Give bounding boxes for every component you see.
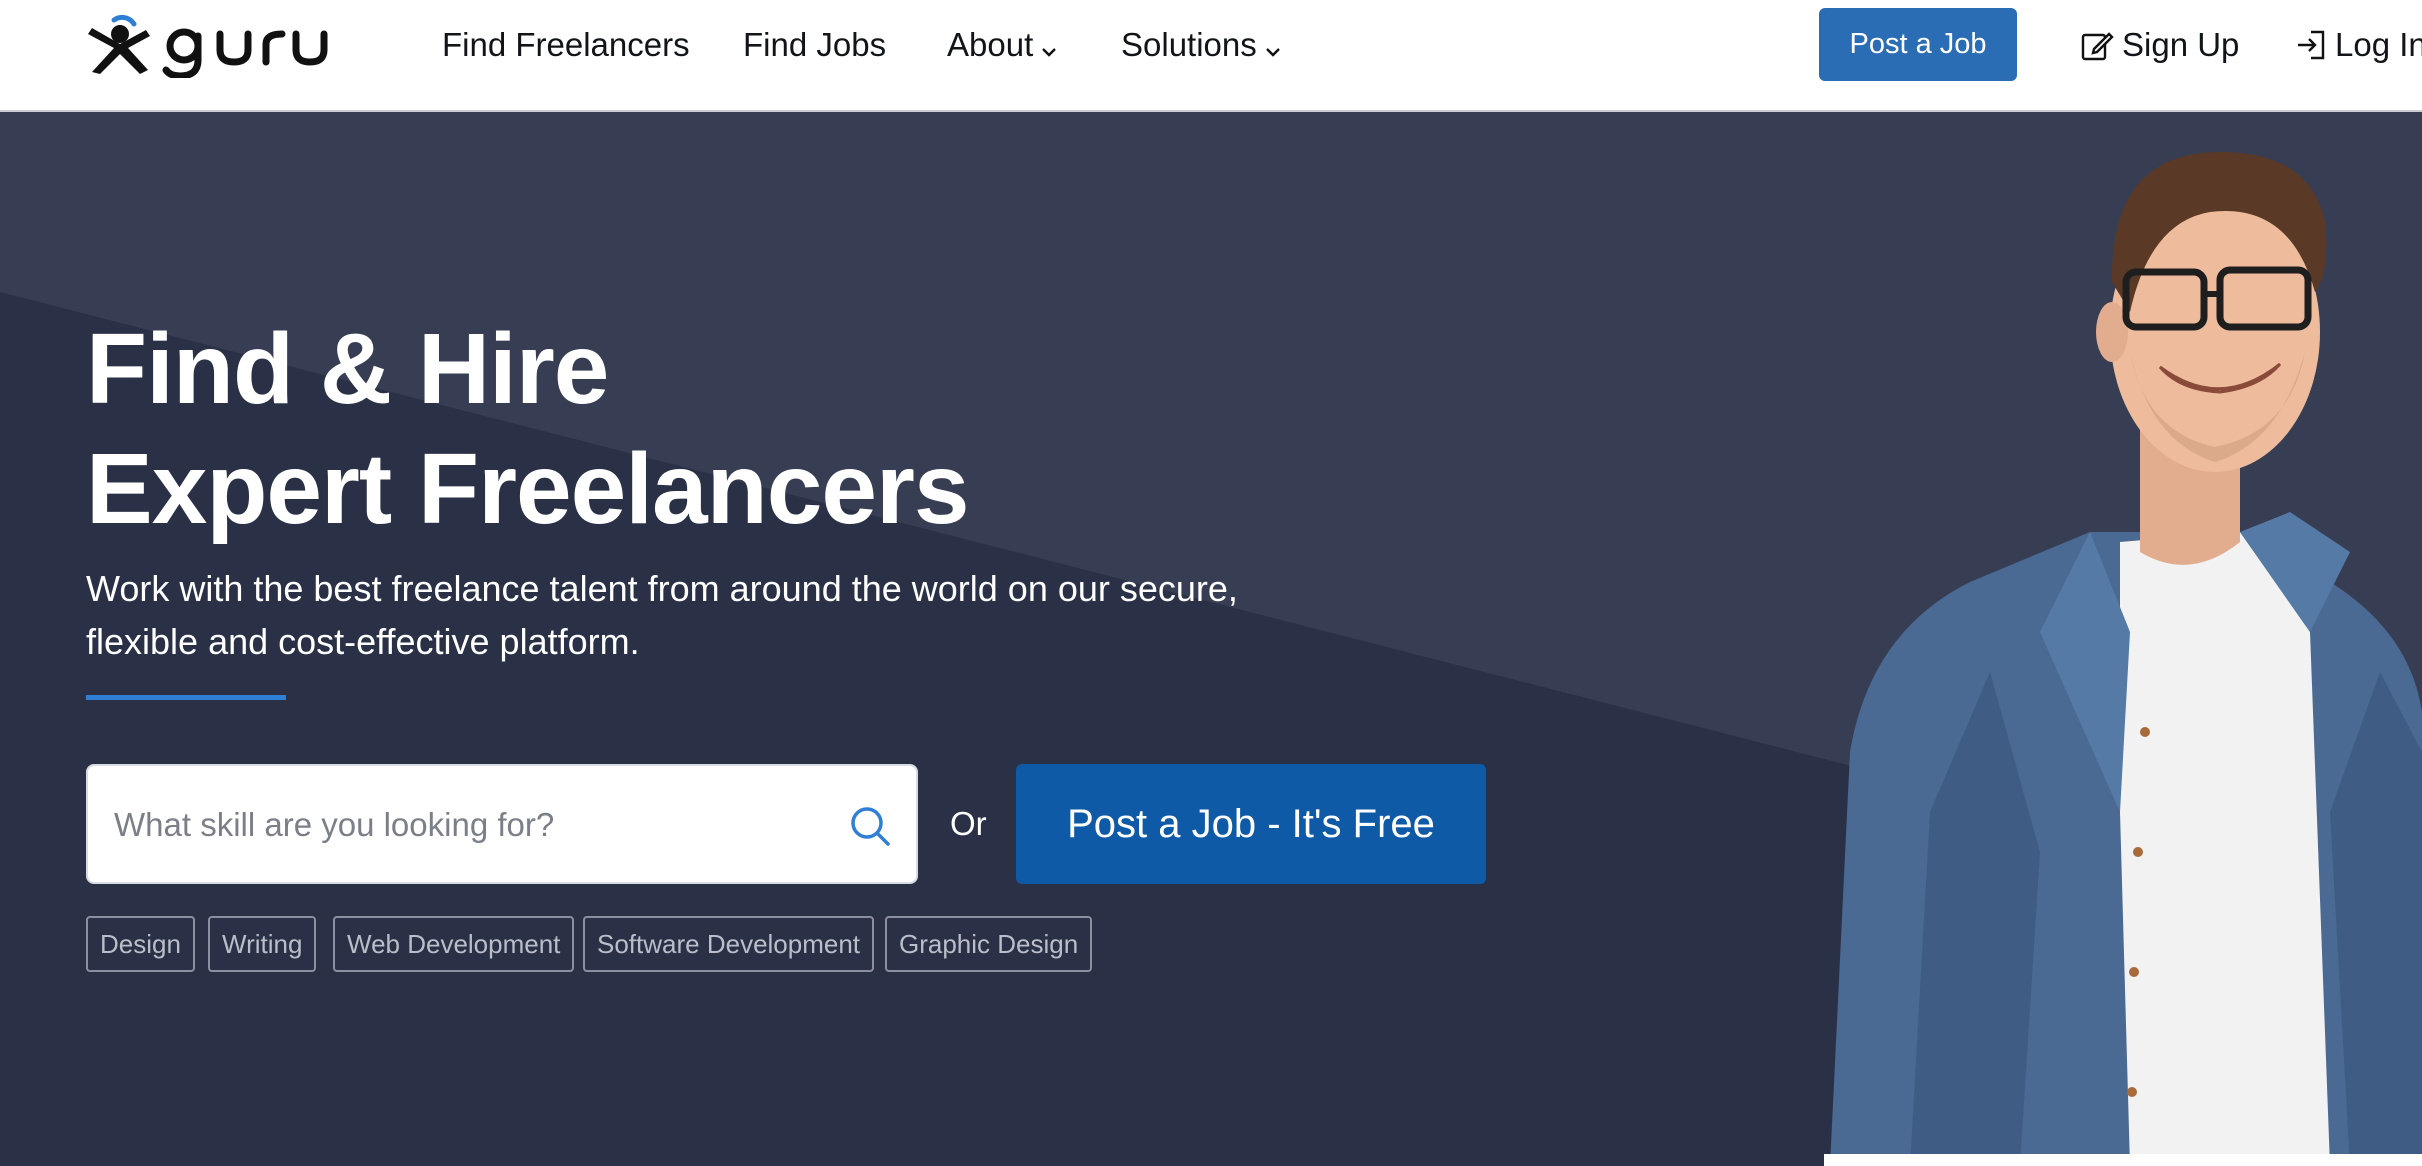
site-header: Find Freelancers Find Jobs About Solutio… [0, 0, 2422, 112]
guru-logo-icon [88, 14, 328, 78]
accent-divider [86, 695, 286, 700]
hero-title: Find & Hire Expert Freelancers [86, 309, 969, 549]
tag-writing[interactable]: Writing [208, 916, 317, 972]
section-divider [1824, 1154, 2422, 1166]
nav-find-jobs-label: Find Jobs [743, 26, 887, 63]
tag-design[interactable]: Design [86, 916, 195, 972]
sign-up-label: Sign Up [2122, 26, 2240, 63]
hero-section: Find & Hire Expert Freelancers Work with… [0, 112, 2422, 1166]
nav-about-label: About [947, 26, 1034, 63]
tag-graphic-design[interactable]: Graphic Design [885, 916, 1093, 972]
freelancer-photo [1830, 152, 2422, 1166]
nav-about[interactable]: About [947, 22, 1057, 68]
nav-find-jobs[interactable]: Find Jobs [743, 22, 886, 68]
login-icon [2298, 30, 2325, 60]
sign-up-link[interactable]: Sign Up [2080, 22, 2239, 68]
tag-software-development[interactable]: Software Development [583, 916, 875, 972]
post-job-free-button[interactable]: Post a Job - It's Free [1016, 764, 1486, 884]
log-in-link[interactable]: Log In [2295, 22, 2422, 68]
nav-solutions-label: Solutions [1121, 26, 1257, 63]
log-in-label: Log In [2335, 26, 2422, 63]
nav-find-freelancers-label: Find Freelancers [442, 26, 690, 63]
skill-search-input[interactable] [112, 766, 816, 884]
or-separator: Or [950, 805, 987, 842]
hero-title-line-2: Expert Freelancers [86, 433, 969, 545]
search-icon[interactable] [848, 804, 892, 848]
edit-icon [2081, 32, 2114, 61]
nav-find-freelancers[interactable]: Find Freelancers [442, 22, 690, 68]
nav-solutions[interactable]: Solutions [1121, 22, 1281, 68]
guru-logo[interactable] [84, 14, 354, 78]
chevron-down-icon [1265, 24, 1281, 70]
chevron-down-icon [1041, 24, 1057, 70]
tag-web-development[interactable]: Web Development [333, 916, 575, 972]
hero-title-line-1: Find & Hire [86, 313, 609, 425]
skill-search-box [86, 764, 918, 884]
hero-subtitle: Work with the best freelance talent from… [86, 568, 1238, 662]
post-a-job-button[interactable]: Post a Job [1819, 8, 2017, 81]
